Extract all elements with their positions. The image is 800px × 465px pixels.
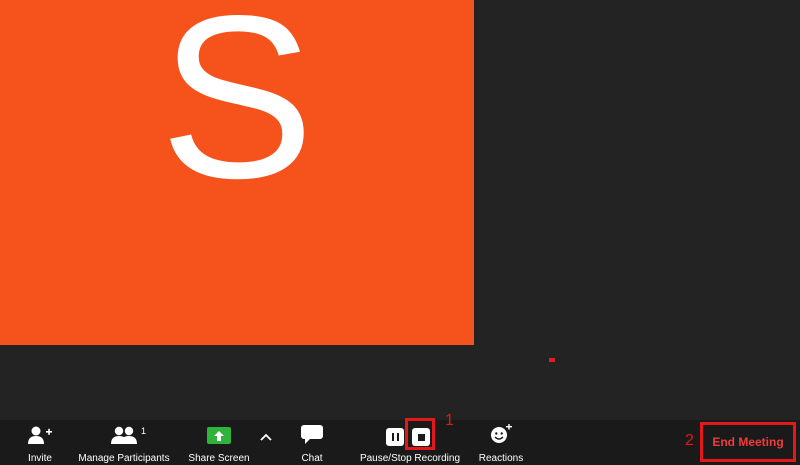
- annotation-number-2: 2: [685, 432, 694, 449]
- chat-label: Chat: [301, 453, 323, 464]
- end-meeting-button[interactable]: End Meeting: [700, 422, 796, 462]
- invite-button[interactable]: Invite: [22, 420, 58, 465]
- avatar-letter: S: [159, 0, 315, 227]
- share-options-caret[interactable]: [258, 430, 274, 444]
- reactions-label: Reactions: [478, 453, 524, 464]
- pause-recording-group: [386, 428, 404, 446]
- manage-participants-button[interactable]: Manage Participants 1: [72, 420, 176, 465]
- pause-stop-recording-label: Pause/Stop Recording: [359, 453, 461, 464]
- share-screen-icon: [207, 427, 231, 444]
- participant-video-tile[interactable]: S: [0, 0, 474, 345]
- pause-icon: [391, 433, 394, 441]
- emoji-add-icon: [490, 420, 512, 444]
- end-meeting-label: End Meeting: [712, 435, 784, 449]
- share-screen-icon-wrapper: [207, 420, 231, 444]
- participants-icon: [111, 420, 137, 444]
- participant-count-badge: 1: [141, 426, 147, 436]
- meeting-window: S Invite Manage Participants 1 Share Scr…: [0, 0, 800, 465]
- pause-icon-bar: [396, 433, 399, 441]
- pause-recording-button[interactable]: [386, 428, 404, 446]
- caret-up-icon: [260, 433, 272, 441]
- reactions-button[interactable]: Reactions: [474, 420, 528, 465]
- chat-button[interactable]: Chat: [292, 420, 332, 465]
- share-screen-label: Share Screen: [188, 453, 250, 464]
- recording-indicator: [549, 358, 555, 362]
- invite-label: Invite: [28, 453, 52, 464]
- annotation-number-1: 1: [445, 412, 454, 429]
- manage-participants-label: Manage Participants: [78, 453, 170, 464]
- chat-bubble-icon: [301, 420, 323, 444]
- add-user-icon: [28, 420, 52, 444]
- share-screen-button[interactable]: Share Screen: [186, 420, 252, 465]
- annotation-highlight-stop: [405, 418, 435, 450]
